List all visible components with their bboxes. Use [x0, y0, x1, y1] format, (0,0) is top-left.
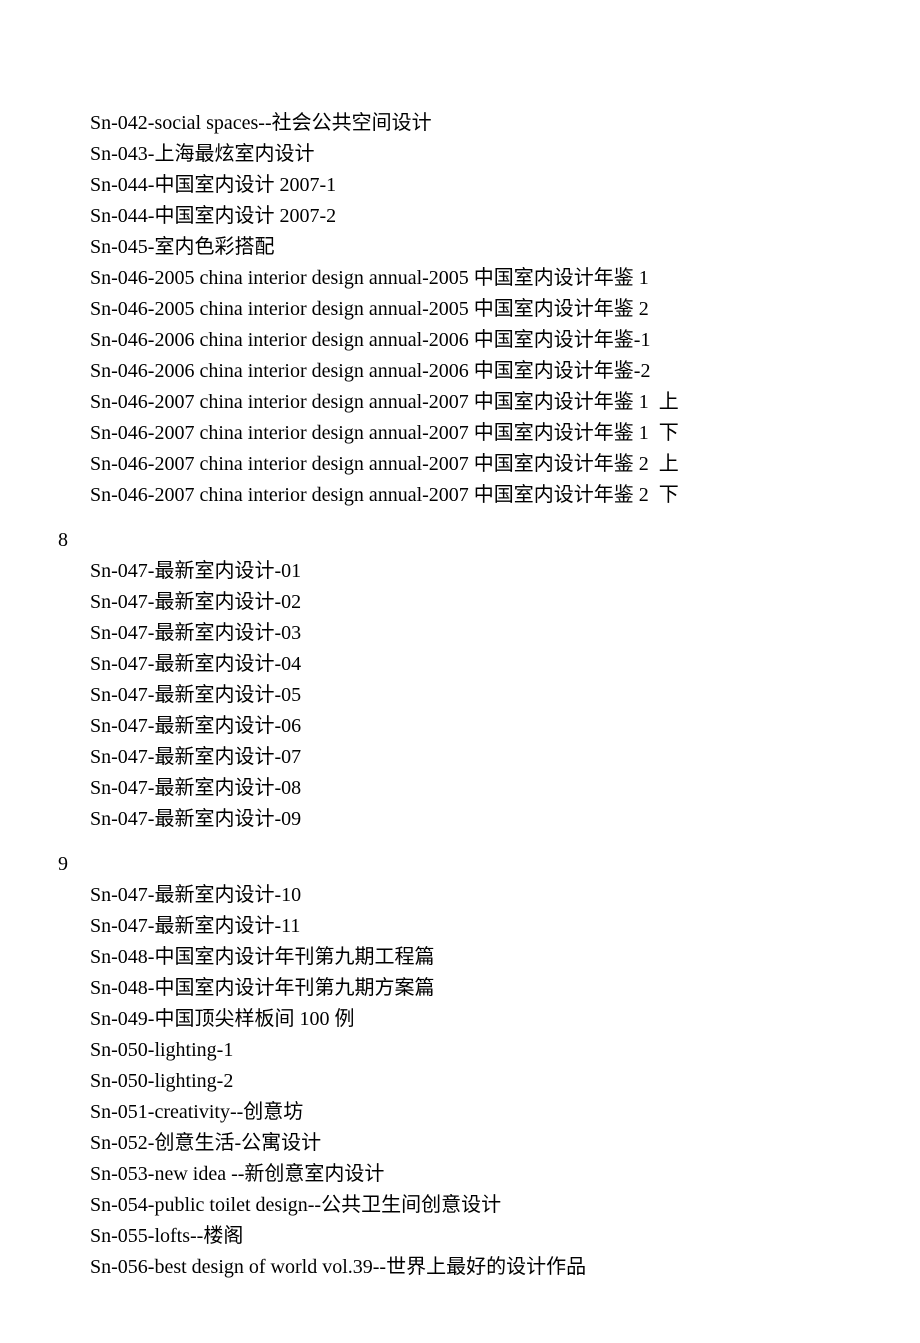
list-item: Sn-055-lofts--楼阁	[90, 1221, 830, 1252]
section-label: 8	[58, 525, 830, 556]
list-item: Sn-047-最新室内设计-06	[90, 711, 830, 742]
list-item: Sn-048-中国室内设计年刊第九期工程篇	[90, 942, 830, 973]
list-item: Sn-046-2005 china interior design annual…	[90, 294, 830, 325]
item-list: Sn-047-最新室内设计-10Sn-047-最新室内设计-11Sn-048-中…	[90, 880, 830, 1283]
list-item: Sn-047-最新室内设计-08	[90, 773, 830, 804]
list-item: Sn-046-2006 china interior design annual…	[90, 356, 830, 387]
list-item: Sn-047-最新室内设计-03	[90, 618, 830, 649]
list-item: Sn-049-中国顶尖样板间 100 例	[90, 1004, 830, 1035]
list-item: Sn-046-2007 china interior design annual…	[90, 449, 830, 480]
list-item: Sn-046-2005 china interior design annual…	[90, 263, 830, 294]
list-item: Sn-044-中国室内设计 2007-2	[90, 201, 830, 232]
list-item: Sn-047-最新室内设计-04	[90, 649, 830, 680]
item-list: Sn-047-最新室内设计-01Sn-047-最新室内设计-02Sn-047-最…	[90, 556, 830, 835]
list-item: Sn-046-2006 china interior design annual…	[90, 325, 830, 356]
document-body: Sn-042-social spaces--社会公共空间设计Sn-043-上海最…	[90, 108, 830, 1283]
list-item: Sn-047-最新室内设计-07	[90, 742, 830, 773]
list-item: Sn-045-室内色彩搭配	[90, 232, 830, 263]
list-item: Sn-046-2007 china interior design annual…	[90, 480, 830, 511]
list-item: Sn-050-lighting-1	[90, 1035, 830, 1066]
list-item: Sn-047-最新室内设计-09	[90, 804, 830, 835]
section-label: 9	[58, 849, 830, 880]
list-item: Sn-047-最新室内设计-11	[90, 911, 830, 942]
list-item: Sn-044-中国室内设计 2007-1	[90, 170, 830, 201]
list-item: Sn-047-最新室内设计-05	[90, 680, 830, 711]
list-item: Sn-047-最新室内设计-10	[90, 880, 830, 911]
list-item: Sn-048-中国室内设计年刊第九期方案篇	[90, 973, 830, 1004]
list-item: Sn-054-public toilet design--公共卫生间创意设计	[90, 1190, 830, 1221]
list-item: Sn-043-上海最炫室内设计	[90, 139, 830, 170]
list-item: Sn-047-最新室内设计-02	[90, 587, 830, 618]
list-item: Sn-042-social spaces--社会公共空间设计	[90, 108, 830, 139]
list-item: Sn-047-最新室内设计-01	[90, 556, 830, 587]
list-item: Sn-053-new idea --新创意室内设计	[90, 1159, 830, 1190]
list-item: Sn-056-best design of world vol.39--世界上最…	[90, 1252, 830, 1283]
list-item: Sn-046-2007 china interior design annual…	[90, 418, 830, 449]
list-item: Sn-046-2007 china interior design annual…	[90, 387, 830, 418]
list-item: Sn-050-lighting-2	[90, 1066, 830, 1097]
list-item: Sn-052-创意生活-公寓设计	[90, 1128, 830, 1159]
list-item: Sn-051-creativity--创意坊	[90, 1097, 830, 1128]
item-list: Sn-042-social spaces--社会公共空间设计Sn-043-上海最…	[90, 108, 830, 511]
